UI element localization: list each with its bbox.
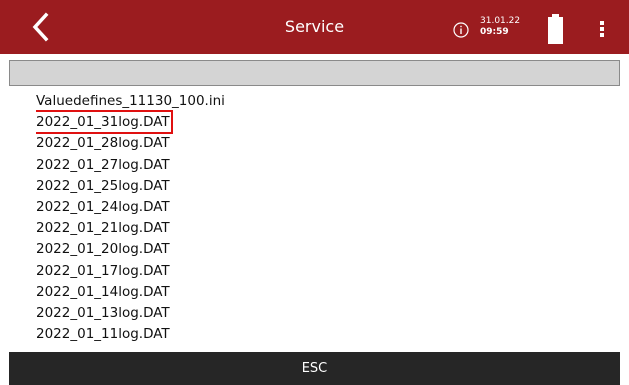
file-item[interactable]: 2022_01_25log.DAT <box>36 176 170 196</box>
more-vertical-icon[interactable] <box>592 19 612 39</box>
file-item[interactable]: 2022_01_11log.DAT <box>36 324 170 344</box>
time-text: 09:59 <box>480 27 509 37</box>
datetime: 31.01.22 09:59 <box>480 16 520 38</box>
app-header: Service 31.01.22 09:59 <box>0 0 629 54</box>
battery-icon <box>548 14 563 44</box>
file-item[interactable]: 2022_01_17log.DAT <box>36 261 170 281</box>
file-item[interactable]: 2022_01_24log.DAT <box>36 197 170 217</box>
file-item[interactable]: 2022_01_21log.DAT <box>36 218 170 238</box>
file-item-selected[interactable]: 2022_01_31log.DAT <box>36 110 173 135</box>
file-item[interactable]: 2022_01_28log.DAT <box>36 133 170 153</box>
file-item[interactable]: 2022_01_14log.DAT <box>36 282 170 302</box>
date-text: 31.01.22 <box>480 16 521 26</box>
file-item[interactable]: 2022_01_20log.DAT <box>36 239 170 259</box>
esc-button[interactable]: ESC <box>9 352 620 385</box>
file-item[interactable]: 2022_01_13log.DAT <box>36 303 170 323</box>
file-item[interactable]: Valuedefines_11130_100.ini <box>36 91 225 111</box>
info-icon[interactable] <box>453 22 469 38</box>
file-list[interactable]: Valuedefines_11130_100.ini 2022_01_31log.… <box>36 91 596 352</box>
back-arrow-icon[interactable] <box>26 10 60 44</box>
path-bar <box>9 60 620 86</box>
page-title: Service <box>284 17 345 36</box>
file-item[interactable]: 2022_01_27log.DAT <box>36 155 170 175</box>
